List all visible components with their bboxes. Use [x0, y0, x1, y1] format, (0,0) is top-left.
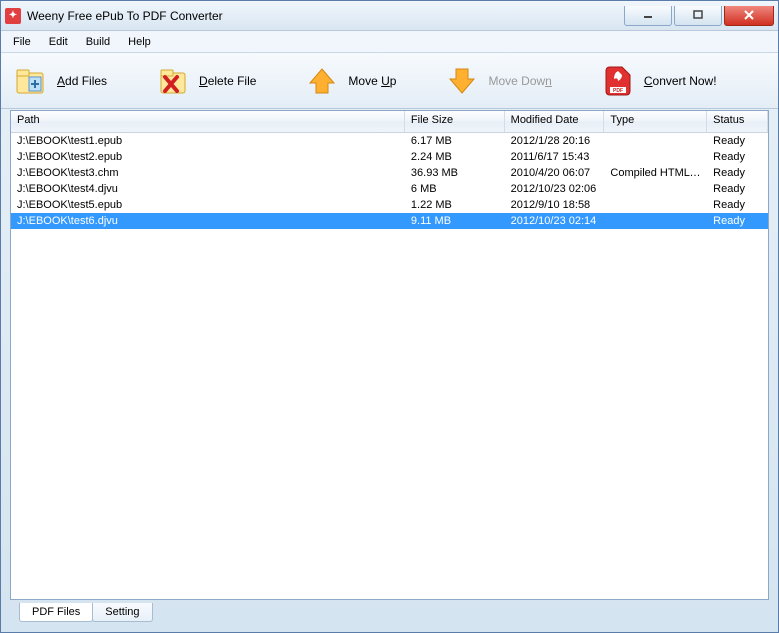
table-row[interactable]: J:\EBOOK\test2.epub2.24 MB2011/6/17 15:4… [11, 149, 768, 165]
table-row[interactable]: J:\EBOOK\test6.djvu9.11 MB2012/10/23 02:… [11, 213, 768, 229]
cell-path: J:\EBOOK\test5.epub [11, 199, 405, 211]
column-header-type[interactable]: Type [604, 111, 707, 132]
file-list-panel: Path File Size Modified Date Type Status… [10, 110, 769, 600]
cell-path: J:\EBOOK\test2.epub [11, 151, 405, 163]
cell-path: J:\EBOOK\test1.epub [11, 135, 405, 147]
cell-size: 6.17 MB [405, 135, 505, 147]
column-header-modified[interactable]: Modified Date [505, 111, 605, 132]
cell-path: J:\EBOOK\test6.djvu [11, 215, 405, 227]
cell-status: Ready [707, 199, 768, 211]
table-row[interactable]: J:\EBOOK\test3.chm36.93 MB2010/4/20 06:0… [11, 165, 768, 181]
move-up-label: Move Up [348, 74, 396, 88]
table-row[interactable]: J:\EBOOK\test5.epub1.22 MB2012/9/10 18:5… [11, 197, 768, 213]
cell-size: 36.93 MB [405, 167, 505, 179]
table-row[interactable]: J:\EBOOK\test4.djvu6 MB2012/10/23 02:06 R… [11, 181, 768, 197]
add-files-icon [13, 63, 49, 99]
cell-modified: 2012/10/23 02:14 [505, 215, 605, 227]
table-body: J:\EBOOK\test1.epub6.17 MB2012/1/28 20:1… [11, 133, 768, 229]
delete-file-label: Delete File [199, 74, 256, 88]
table-row[interactable]: J:\EBOOK\test1.epub6.17 MB2012/1/28 20:1… [11, 133, 768, 149]
cell-type: Compiled HTML H... [604, 167, 707, 179]
delete-file-icon [155, 63, 191, 99]
window-title: Weeny Free ePub To PDF Converter [27, 9, 223, 23]
cell-modified: 2012/9/10 18:58 [505, 199, 605, 211]
menu-help[interactable]: Help [120, 34, 159, 50]
convert-now-button[interactable]: PDF Convert Now! [596, 59, 721, 103]
toolbar: Add Files Delete File Move Up Move Down … [1, 53, 778, 109]
add-files-label: Add Files [57, 74, 107, 88]
cell-status: Ready [707, 183, 768, 195]
minimize-icon [642, 10, 654, 20]
move-up-icon [304, 63, 340, 99]
column-header-status[interactable]: Status [707, 111, 768, 132]
maximize-icon [692, 10, 704, 20]
window-controls [624, 6, 774, 26]
menu-edit[interactable]: Edit [41, 34, 76, 50]
cell-status: Ready [707, 135, 768, 147]
cell-status: Ready [707, 215, 768, 227]
tab-setting[interactable]: Setting [92, 603, 152, 622]
cell-size: 1.22 MB [405, 199, 505, 211]
table-header: Path File Size Modified Date Type Status [11, 111, 768, 133]
cell-modified: 2012/1/28 20:16 [505, 135, 605, 147]
move-down-label: Move Down [488, 74, 551, 88]
cell-modified: 2010/4/20 06:07 [505, 167, 605, 179]
app-icon: ✦ [5, 8, 21, 24]
bottom-tabs: PDF Files Setting [19, 603, 152, 622]
maximize-button[interactable] [674, 6, 722, 26]
minimize-button[interactable] [624, 6, 672, 26]
add-files-button[interactable]: Add Files [9, 59, 111, 103]
cell-status: Ready [707, 167, 768, 179]
cell-size: 6 MB [405, 183, 505, 195]
cell-size: 2.24 MB [405, 151, 505, 163]
column-header-path[interactable]: Path [11, 111, 405, 132]
titlebar: ✦ Weeny Free ePub To PDF Converter [1, 1, 778, 31]
menu-build[interactable]: Build [78, 34, 118, 50]
cell-size: 9.11 MB [405, 215, 505, 227]
svg-text:PDF: PDF [613, 88, 623, 94]
cell-modified: 2011/6/17 15:43 [505, 151, 605, 163]
convert-now-label: Convert Now! [644, 74, 717, 88]
column-header-size[interactable]: File Size [405, 111, 505, 132]
menu-file[interactable]: File [5, 34, 39, 50]
tab-pdf-files[interactable]: PDF Files [19, 603, 93, 622]
move-down-button[interactable]: Move Down [440, 59, 555, 103]
convert-now-icon: PDF [600, 63, 636, 99]
move-up-button[interactable]: Move Up [300, 59, 400, 103]
cell-path: J:\EBOOK\test3.chm [11, 167, 405, 179]
app-window: ✦ Weeny Free ePub To PDF Converter File … [0, 0, 779, 633]
close-icon [743, 10, 755, 20]
close-button[interactable] [724, 6, 774, 26]
delete-file-button[interactable]: Delete File [151, 59, 260, 103]
cell-path: J:\EBOOK\test4.djvu [11, 183, 405, 195]
cell-status: Ready [707, 151, 768, 163]
menubar: File Edit Build Help [1, 31, 778, 53]
cell-modified: 2012/10/23 02:06 [505, 183, 605, 195]
move-down-icon [444, 63, 480, 99]
